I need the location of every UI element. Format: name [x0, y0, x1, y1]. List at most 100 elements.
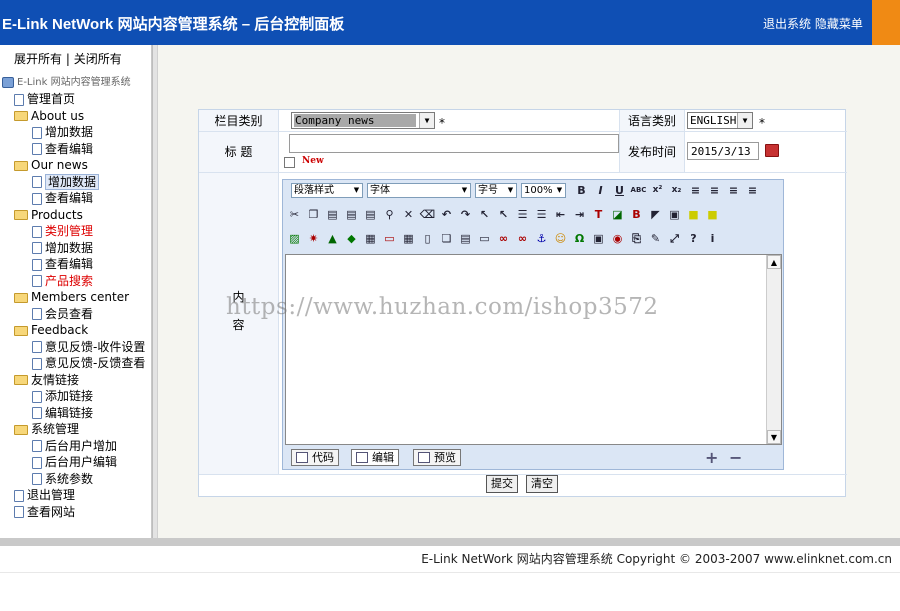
sidebar-item[interactable]: 添加链接 — [0, 388, 152, 405]
note-icon[interactable]: ■ — [685, 206, 702, 223]
paragraph-style-select[interactable]: 段落样式 ▼ — [291, 183, 363, 198]
sidebar-item[interactable]: 增加数据 — [0, 240, 152, 257]
superscript-icon[interactable]: x² — [649, 182, 666, 199]
title-input[interactable] — [289, 134, 619, 153]
bold-icon[interactable]: B — [573, 182, 590, 199]
align-left-icon[interactable]: ≡ — [687, 182, 704, 199]
shrink-editor-icon[interactable]: − — [729, 448, 742, 467]
new-checkbox[interactable] — [284, 157, 295, 168]
sidebar-item[interactable]: 查看网站 — [0, 504, 152, 521]
font-select[interactable]: 字体 ▼ — [367, 183, 471, 198]
outdent-icon[interactable]: ⇤ — [552, 206, 569, 223]
expand-editor-icon[interactable]: + — [705, 448, 718, 467]
collapse-all-link[interactable]: 关闭所有 — [74, 52, 122, 66]
bg-color-icon[interactable]: ◪ — [609, 206, 626, 223]
align-right-icon[interactable]: ≡ — [725, 182, 742, 199]
submit-button[interactable]: 提交 — [486, 475, 518, 493]
subscript-icon[interactable]: x₂ — [668, 182, 685, 199]
fullscreen-icon[interactable]: ⤢ — [666, 230, 683, 247]
sidebar-item[interactable]: 编辑链接 — [0, 405, 152, 422]
sidebar-item[interactable]: 管理首页 — [0, 91, 152, 108]
underline-icon[interactable]: U — [611, 182, 628, 199]
text-color-icon[interactable]: T — [590, 206, 607, 223]
sidebar-item[interactable]: 会员查看 — [0, 306, 152, 323]
frame-icon[interactable]: ▣ — [666, 206, 683, 223]
unlink-icon[interactable]: ∞ — [514, 230, 531, 247]
image-icon[interactable]: ▨ — [286, 230, 303, 247]
ordered-list-icon[interactable]: ☰ — [514, 206, 531, 223]
emoticon-icon[interactable]: ☺ — [552, 230, 569, 247]
scroll-up-icon[interactable]: ▲ — [767, 255, 781, 269]
sidebar-item[interactable]: 后台用户增加 — [0, 438, 152, 455]
sidebar-item[interactable]: 产品搜索 — [0, 273, 152, 290]
category-select[interactable]: Company news ▼ — [291, 112, 435, 129]
hide-menu-link[interactable]: 隐藏菜单 — [815, 17, 863, 31]
unordered-list-icon[interactable]: ☰ — [533, 206, 550, 223]
italic-icon[interactable]: I — [592, 182, 609, 199]
sidebar-item[interactable]: 退出管理 — [0, 487, 152, 504]
line-icon[interactable]: ✎ — [647, 230, 664, 247]
calendar-icon[interactable] — [765, 144, 779, 157]
edit-mode-button[interactable]: 编辑 — [351, 449, 399, 466]
table-cell-icon[interactable]: ▦ — [400, 230, 417, 247]
sidebar-item[interactable]: 增加数据 — [0, 124, 152, 141]
date-icon[interactable]: ◉ — [609, 230, 626, 247]
date-input[interactable]: 2015/3/13 — [687, 142, 759, 160]
marquee-icon[interactable]: ▤ — [457, 230, 474, 247]
align-justify-icon[interactable]: ≡ — [744, 182, 761, 199]
eraser-icon[interactable]: ⌫ — [419, 206, 436, 223]
paste-icon[interactable]: ▤ — [324, 206, 341, 223]
sidebar-folder[interactable]: 系统管理 — [0, 421, 152, 438]
zoom-select[interactable]: 100% ▼ — [521, 183, 566, 198]
input-icon[interactable]: ▭ — [476, 230, 493, 247]
symbol-icon[interactable]: ▣ — [590, 230, 607, 247]
highlight-icon[interactable]: B — [628, 206, 645, 223]
upload-icon[interactable]: ◆ — [343, 230, 360, 247]
insert-file-icon[interactable]: ⎘ — [628, 230, 645, 247]
template-icon[interactable]: ❏ — [438, 230, 455, 247]
help-query-icon[interactable]: ? — [685, 230, 702, 247]
media-icon[interactable]: ▲ — [324, 230, 341, 247]
editor-content-area[interactable]: ▲ ▼ — [285, 254, 782, 445]
sidebar-item[interactable]: 查看编辑 — [0, 190, 152, 207]
sidebar-folder[interactable]: Our news — [0, 157, 152, 174]
tree-root[interactable]: E-Link 网站内容管理系统 — [0, 75, 152, 91]
find-icon[interactable]: ⚲ — [381, 206, 398, 223]
redo-icon[interactable]: ↷ — [457, 206, 474, 223]
sidebar-item[interactable]: 意见反馈-收件设置 — [0, 339, 152, 356]
table-icon[interactable]: ▦ — [362, 230, 379, 247]
sidebar-folder[interactable]: Products — [0, 207, 152, 224]
paste-word-icon[interactable]: ▤ — [362, 206, 379, 223]
sidebar-item[interactable]: 意见反馈-反馈查看 — [0, 355, 152, 372]
expand-all-link[interactable]: 展开所有 — [14, 52, 62, 66]
cut-icon[interactable]: ✂ — [286, 206, 303, 223]
page-icon[interactable]: ▯ — [419, 230, 436, 247]
table-row-icon[interactable]: ▭ — [381, 230, 398, 247]
undo-icon[interactable]: ↶ — [438, 206, 455, 223]
sidebar-folder[interactable]: Feedback — [0, 322, 152, 339]
flash-icon[interactable]: ✷ — [305, 230, 322, 247]
sidebar-item[interactable]: 后台用户编辑 — [0, 454, 152, 471]
sidebar-item[interactable]: 查看编辑 — [0, 141, 152, 158]
sidebar-folder[interactable]: Members center — [0, 289, 152, 306]
special-char-icon[interactable]: Ω — [571, 230, 588, 247]
preview-mode-button[interactable]: 预览 — [413, 449, 461, 466]
copy-icon[interactable]: ❐ — [305, 206, 322, 223]
sidebar-folder[interactable]: 友情链接 — [0, 372, 152, 389]
sidebar-item[interactable]: 系统参数 — [0, 471, 152, 488]
clear-button[interactable]: 清空 — [526, 475, 558, 493]
select-all-icon[interactable]: ↖ — [495, 206, 512, 223]
sidebar-item[interactable]: 类别管理 — [0, 223, 152, 240]
notes-icon[interactable]: ■ — [704, 206, 721, 223]
editor-scrollbar[interactable]: ▲ ▼ — [766, 255, 781, 444]
delete-icon[interactable]: ✕ — [400, 206, 417, 223]
info-icon[interactable]: i — [704, 230, 721, 247]
format-brush-icon[interactable]: ◤ — [647, 206, 664, 223]
strikethrough-icon[interactable]: ABC — [630, 182, 647, 199]
sidebar-item[interactable]: 增加数据 — [0, 173, 152, 191]
language-select[interactable]: ENGLISH ▼ — [687, 112, 753, 129]
logout-link[interactable]: 退出系统 — [763, 17, 811, 31]
code-mode-button[interactable]: 代码 — [291, 449, 339, 466]
paste-text-icon[interactable]: ▤ — [343, 206, 360, 223]
select-icon[interactable]: ↖ — [476, 206, 493, 223]
